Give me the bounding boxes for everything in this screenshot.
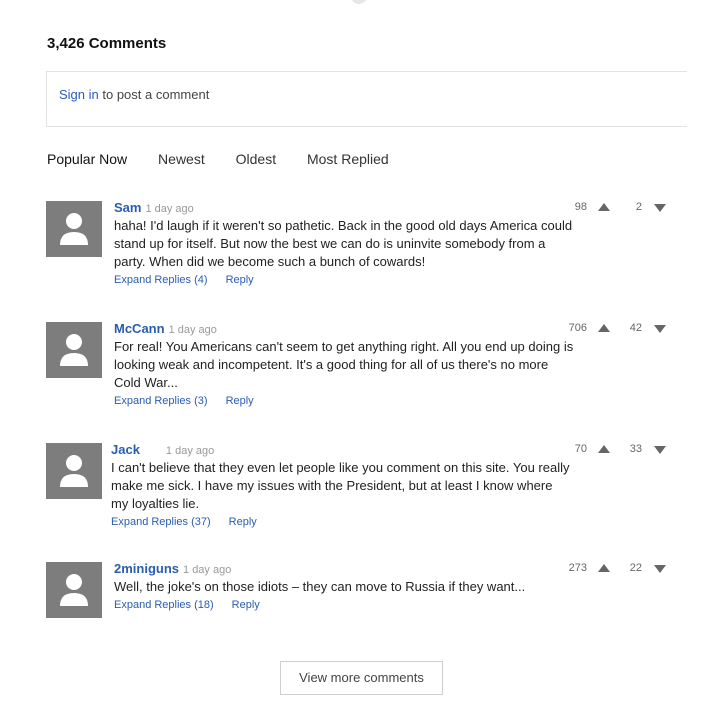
comment-time: 1 day ago	[168, 324, 217, 336]
tab-oldest[interactable]: Oldest	[236, 151, 276, 167]
comments-section: 3,426 Comments Sign in to post a comment…	[0, 0, 717, 707]
upvote-count: 98	[574, 201, 587, 213]
comment-time: 1 day ago	[145, 203, 194, 215]
upvote-count: 70	[574, 443, 587, 455]
comment-body: Sam 1 day ago haha! I'd laugh if it weren…	[114, 201, 574, 288]
downvote-icon[interactable]	[654, 446, 666, 454]
downvote-count: 2	[635, 201, 642, 213]
upvote-icon[interactable]	[598, 564, 610, 572]
comment-actions: Expand Replies (18) Reply	[114, 597, 574, 613]
tab-newest[interactable]: Newest	[158, 151, 205, 167]
upvote-count: 706	[568, 322, 587, 334]
downvote-count: 22	[629, 562, 642, 574]
comment-actions: Expand Replies (4) Reply	[114, 272, 574, 288]
user-silhouette-icon	[60, 455, 88, 487]
upvote-icon[interactable]	[598, 324, 610, 332]
downvote-icon[interactable]	[654, 204, 666, 212]
vote-controls: 70 33	[558, 443, 668, 459]
upvote-icon[interactable]	[598, 203, 610, 211]
comment-author[interactable]: McCann	[114, 321, 165, 336]
tab-popular-now[interactable]: Popular Now	[47, 151, 127, 167]
avatar	[46, 322, 102, 378]
comment-actions: Expand Replies (3) Reply	[114, 393, 574, 409]
reply-link[interactable]: Reply	[226, 274, 254, 286]
sort-tabs: Popular Now Newest Oldest Most Replied	[47, 151, 416, 167]
reply-link[interactable]: Reply	[229, 516, 257, 528]
vote-controls: 706 42	[558, 322, 668, 338]
expand-replies-link[interactable]: Expand Replies (18)	[114, 599, 214, 611]
expand-replies-link[interactable]: Expand Replies (4)	[114, 274, 208, 286]
comment-meta: Sam 1 day ago	[114, 201, 574, 216]
downvote-count: 33	[629, 443, 642, 455]
comment-body: McCann 1 day ago For real! You Americans …	[114, 322, 574, 409]
comment-meta: Jack 1 day ago	[111, 443, 571, 458]
user-silhouette-icon	[60, 213, 88, 245]
vote-controls: 273 22	[558, 562, 668, 578]
comment-time: 1 day ago	[165, 445, 215, 457]
top-handle	[351, 0, 367, 4]
signin-prompt-text: to post a comment	[98, 87, 210, 102]
comment-text: haha! I'd laugh if it weren't so patheti…	[114, 218, 573, 269]
comment-meta: 2miniguns 1 day ago	[114, 562, 574, 577]
signin-link[interactable]: Sign in	[59, 87, 99, 102]
user-silhouette-icon	[60, 574, 88, 606]
comment-author[interactable]: Jack	[111, 442, 140, 457]
comment-meta: McCann 1 day ago	[114, 322, 574, 337]
comment-actions: Expand Replies (37) Reply	[111, 514, 571, 530]
reply-link[interactable]: Reply	[232, 599, 260, 611]
expand-replies-link[interactable]: Expand Replies (37)	[111, 516, 211, 528]
comment-author[interactable]: Sam	[114, 200, 141, 215]
downvote-count: 42	[629, 322, 642, 334]
comment-author[interactable]: 2miniguns	[114, 561, 179, 576]
avatar	[46, 443, 102, 499]
tab-most-replied[interactable]: Most Replied	[307, 151, 389, 167]
comment-count: 3,426 Comments	[47, 35, 167, 52]
view-more-comments-button[interactable]: View more comments	[280, 661, 443, 695]
reply-link[interactable]: Reply	[226, 395, 254, 407]
user-silhouette-icon	[60, 334, 88, 366]
comment-time: 1 day ago	[183, 564, 232, 576]
comment-body: Jack 1 day ago I can't believe that they …	[111, 443, 571, 530]
comment-text: For real! You Americans can't seem to ge…	[114, 339, 574, 390]
comment-text: I can't believe that they even let peopl…	[111, 460, 570, 511]
comment-text: Well, the joke's on those idiots – they …	[114, 579, 526, 594]
post-comment-box[interactable]: Sign in to post a comment	[46, 71, 687, 127]
upvote-count: 273	[568, 562, 587, 574]
comment-body: 2miniguns 1 day ago Well, the joke's on t…	[114, 562, 574, 613]
vote-controls: 98 2	[558, 201, 668, 217]
avatar	[46, 562, 102, 618]
downvote-icon[interactable]	[654, 325, 666, 333]
upvote-icon[interactable]	[598, 445, 610, 453]
signin-prompt: Sign in to post a comment	[59, 87, 209, 102]
downvote-icon[interactable]	[654, 565, 666, 573]
expand-replies-link[interactable]: Expand Replies (3)	[114, 395, 208, 407]
avatar	[46, 201, 102, 257]
